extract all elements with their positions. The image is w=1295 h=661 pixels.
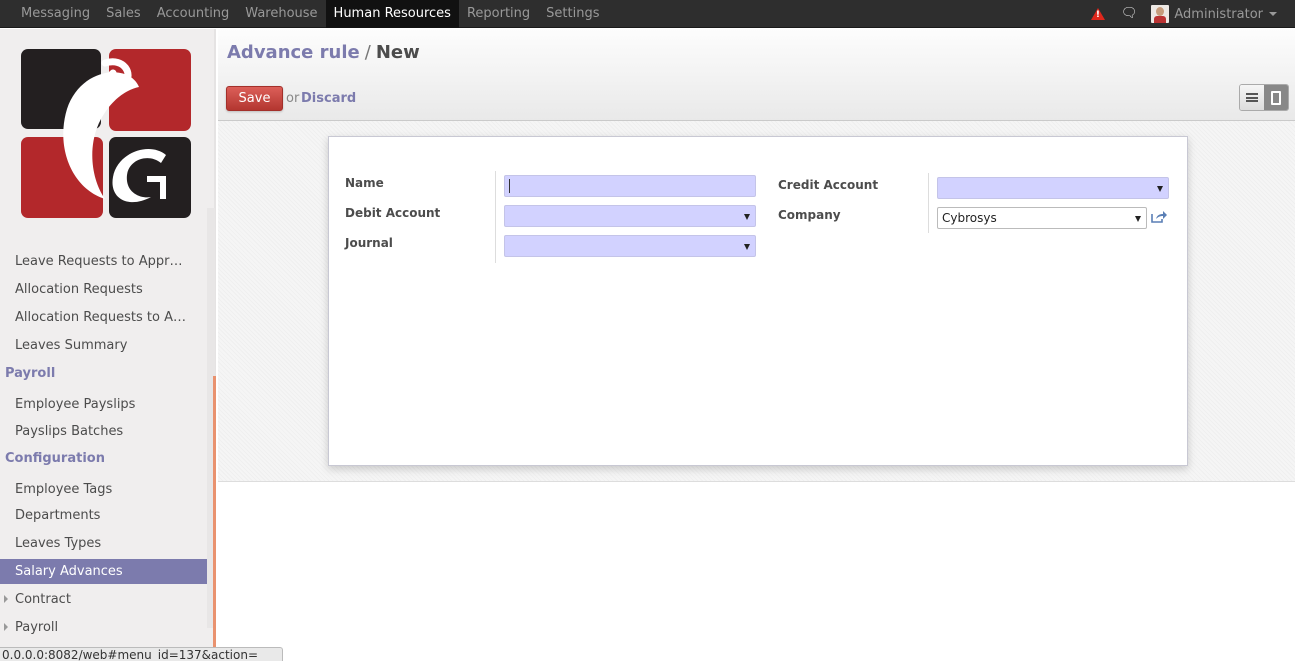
menu-human-resources[interactable]: Human Resources [325, 0, 459, 28]
sidebar-menu: Leave Requests to Appr… Allocation Reques… [0, 237, 207, 647]
credit-account-label: Credit Account [778, 178, 879, 192]
browser-status-bar: 0.0.0.0:8082/web#menu_id=137&action= [0, 647, 283, 661]
journal-select[interactable] [504, 235, 756, 257]
sidebar-item-allocation-requests[interactable]: Allocation Requests [0, 277, 207, 302]
or-text: or [286, 91, 300, 106]
sidebar-item-leave-requests-to-appr[interactable]: Leave Requests to Appr… [0, 249, 207, 274]
dropdown-arrow-icon [1157, 186, 1163, 192]
company-select[interactable]: Cybrosys [937, 207, 1147, 229]
form-sheet: Name Debit Account Journal Credit Accoun… [328, 136, 1188, 466]
save-button[interactable]: Save [226, 86, 283, 111]
sidebar: Leave Requests to Appr… Allocation Reques… [0, 29, 216, 661]
chat-icon[interactable]: 🗨 [1121, 0, 1138, 28]
sidebar-scroll-thumb[interactable] [213, 376, 216, 648]
form-view-button[interactable] [1264, 85, 1288, 110]
user-name: Administrator [1174, 6, 1263, 22]
company-logo [21, 49, 191, 218]
sidebar-item-contract[interactable]: Contract [0, 587, 207, 612]
menu-messaging[interactable]: Messaging [13, 0, 98, 28]
debit-account-select[interactable] [504, 205, 756, 227]
credit-account-select[interactable] [937, 177, 1169, 199]
breadcrumb-parent[interactable]: Advance rule [227, 42, 360, 63]
sidebar-item-employee-payslips[interactable]: Employee Payslips [0, 392, 207, 417]
menu-sales[interactable]: Sales [98, 0, 149, 28]
chevron-down-icon [1269, 12, 1277, 16]
name-field[interactable] [504, 175, 756, 197]
sidebar-item-salary-advances[interactable]: Salary Advances [0, 559, 207, 584]
sidebar-item-leaves-summary[interactable]: Leaves Summary [0, 333, 207, 358]
name-label: Name [345, 176, 384, 190]
breadcrumb-separator: / [364, 42, 371, 63]
sidebar-section-payroll: Payroll [5, 366, 56, 381]
sidebar-item-departments[interactable]: Departments [0, 503, 207, 528]
dropdown-arrow-icon [1135, 216, 1141, 222]
breadcrumb: Advance rule / New [227, 42, 420, 63]
user-avatar[interactable] [1151, 5, 1170, 23]
top-right-tray: ! 🗨 Administrator [1090, 0, 1277, 28]
sidebar-item-employee-tags[interactable]: Employee Tags [0, 477, 207, 502]
alert-icon-glyph: ! [1095, 10, 1100, 20]
menu-reporting[interactable]: Reporting [459, 0, 538, 28]
list-icon [1246, 93, 1258, 102]
sidebar-item-payroll[interactable]: Payroll [0, 615, 207, 640]
debit-account-label: Debit Account [345, 206, 441, 220]
control-panel: Advance rule / New Save or Discard [218, 29, 1295, 121]
form-view: Name Debit Account Journal Credit Accoun… [218, 121, 1295, 482]
sidebar-section-configuration: Configuration [5, 451, 105, 466]
form-icon [1271, 90, 1281, 105]
company-label: Company [778, 208, 841, 222]
alert-icon[interactable]: ! [1090, 8, 1105, 20]
sidebar-item-leaves-types[interactable]: Leaves Types [0, 531, 207, 556]
column-separator [495, 171, 496, 263]
dropdown-arrow-icon [744, 214, 750, 220]
top-navbar: Messaging Sales Accounting Warehouse Hum… [0, 0, 1295, 28]
menu-accounting[interactable]: Accounting [149, 0, 238, 28]
view-switcher [1239, 84, 1289, 111]
journal-label: Journal [345, 236, 393, 250]
sidebar-item-allocation-requests-to-a[interactable]: Allocation Requests to A… [0, 305, 207, 330]
dropdown-arrow-icon [744, 244, 750, 250]
column-separator [928, 173, 929, 233]
company-value: Cybrosys [942, 211, 997, 225]
user-menu[interactable]: Administrator [1174, 7, 1277, 22]
breadcrumb-current: New [375, 42, 420, 63]
external-link-icon[interactable] [1151, 210, 1167, 223]
top-menu: Messaging Sales Accounting Warehouse Hum… [13, 0, 607, 28]
menu-settings[interactable]: Settings [538, 0, 607, 28]
sidebar-item-payslips-batches[interactable]: Payslips Batches [0, 419, 207, 444]
discard-button[interactable]: Discard [301, 91, 356, 106]
menu-warehouse[interactable]: Warehouse [237, 0, 325, 28]
list-view-button[interactable] [1240, 85, 1264, 110]
